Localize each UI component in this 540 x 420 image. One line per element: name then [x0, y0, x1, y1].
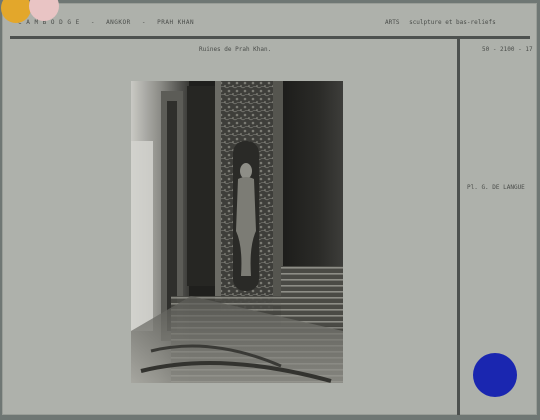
- category-code: ARTS: [385, 19, 400, 26]
- temple-relief-photo: [131, 81, 343, 383]
- photo-credit: Pl. G. DE LANGUE: [467, 184, 525, 191]
- card-header: C A M B O D G E - ANGKOR - PRAH KHAN ART…: [2, 3, 537, 37]
- header-divider: [10, 36, 530, 39]
- column-divider: [457, 39, 460, 415]
- photo-caption: Ruines de Prah Khan.: [199, 46, 272, 53]
- monument-label: PRAH KHAN: [157, 19, 195, 26]
- archive-card: C A M B O D G E - ANGKOR - PRAH KHAN ART…: [2, 3, 537, 415]
- blue-sticker: [473, 353, 517, 397]
- category-label: sculpture et bas-reliefs: [409, 19, 496, 26]
- category-heading: ARTS sculpture et bas-reliefs: [385, 19, 502, 26]
- site-label: ANGKOR: [106, 19, 131, 26]
- reference-number: 50 - 2100 - 17: [482, 46, 533, 53]
